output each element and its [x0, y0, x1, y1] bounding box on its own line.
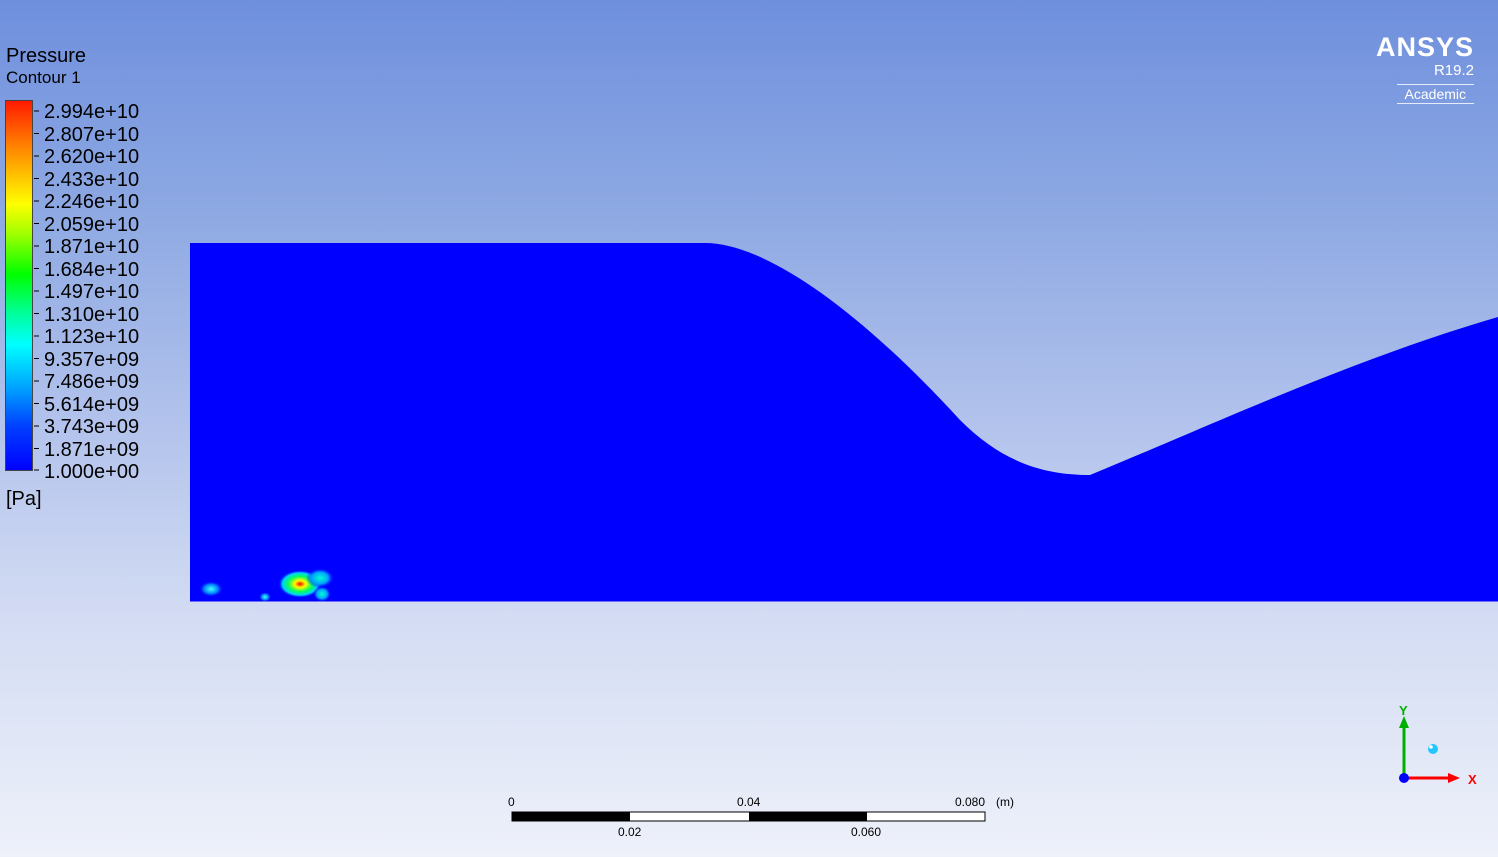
scale-label-002: 0.02	[618, 825, 642, 839]
scale-label-0080: 0.080	[955, 795, 986, 809]
triad-x-label: X	[1468, 772, 1477, 787]
scale-bar	[511, 811, 986, 822]
scale-label-0060: 0.060	[851, 825, 882, 839]
scale-label-004: 0.04	[737, 795, 761, 809]
axis-triad[interactable]: Y X	[1390, 700, 1490, 800]
scale-label-0: 0	[508, 795, 515, 809]
scale-unit: (m)	[996, 795, 1014, 809]
triad-y-label: Y	[1399, 703, 1408, 718]
